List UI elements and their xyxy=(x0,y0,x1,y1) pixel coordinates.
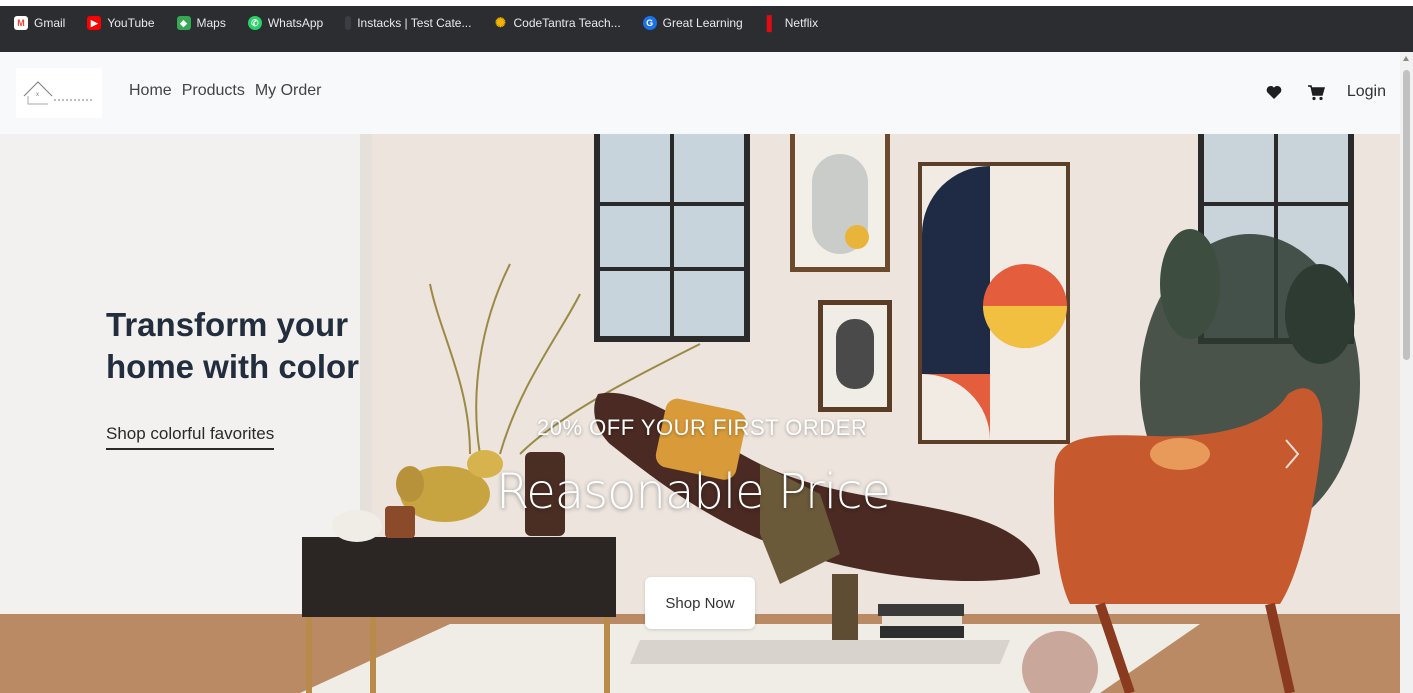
bookmark-list: M Gmail ▶ YouTube ◆ Maps ✆ WhatsApp Inst… xyxy=(14,15,819,31)
bookmark-codetantra[interactable]: ✺ CodeTantra Teach... xyxy=(493,15,621,30)
gmail-icon: M xyxy=(14,16,28,30)
site-navbar: x Home Products My Order Login xyxy=(0,52,1400,134)
netflix-icon: ▌ xyxy=(766,15,777,31)
offer-text: 20% OFF YOUR FIRST ORDER xyxy=(537,415,868,440)
codetantra-icon: ✺ xyxy=(495,15,506,30)
bookmark-whatsapp[interactable]: ✆ WhatsApp xyxy=(247,16,324,30)
cart-icon[interactable] xyxy=(1305,82,1327,102)
login-link[interactable]: Login xyxy=(1347,83,1386,101)
nav-my-order[interactable]: My Order xyxy=(255,82,322,100)
scroll-up-arrow-icon[interactable] xyxy=(1403,56,1409,61)
bookmark-maps[interactable]: ◆ Maps xyxy=(176,16,226,30)
house-logo-icon: x xyxy=(23,81,94,105)
chevron-right-icon[interactable] xyxy=(1280,434,1304,474)
bookmark-youtube[interactable]: ▶ YouTube xyxy=(87,16,155,30)
bookmark-netflix[interactable]: ▌ Netflix xyxy=(765,15,819,31)
hero-headline: Reasonable Price xyxy=(496,464,891,520)
shop-now-button[interactable]: Shop Now xyxy=(645,577,755,629)
bookmark-label: Great Learning xyxy=(662,16,743,30)
promo-title: Transform your home with color xyxy=(106,306,360,385)
great-learning-icon: G xyxy=(642,16,657,30)
bookmark-label: YouTube xyxy=(107,16,155,30)
nav-home[interactable]: Home xyxy=(129,82,172,100)
scroll-thumb[interactable] xyxy=(1403,70,1410,360)
youtube-icon: ▶ xyxy=(87,16,102,30)
bookmark-label: WhatsApp xyxy=(267,16,324,30)
instacks-icon xyxy=(345,16,352,30)
brand-logo[interactable]: x xyxy=(16,68,102,118)
main-nav: Home Products My Order xyxy=(129,82,322,100)
window-top-edge xyxy=(0,0,1413,6)
bookmark-label: Netflix xyxy=(784,16,819,30)
bookmark-great-learning[interactable]: G Great Learning xyxy=(642,16,743,30)
bookmark-label: Gmail xyxy=(34,16,66,30)
heart-icon[interactable] xyxy=(1263,82,1285,102)
bookmarks-bar: M Gmail ▶ YouTube ◆ Maps ✆ WhatsApp Inst… xyxy=(0,0,1413,52)
bookmark-gmail[interactable]: M Gmail xyxy=(14,16,65,30)
promo-link[interactable]: Shop colorful favorites xyxy=(106,424,275,450)
bookmark-label: Instacks | Test Cate... xyxy=(357,16,472,30)
maps-icon: ◆ xyxy=(176,16,191,30)
bookmark-instacks[interactable]: Instacks | Test Cate... xyxy=(345,16,471,30)
bookmark-label: Maps xyxy=(196,16,226,30)
page-scrollbar[interactable] xyxy=(1400,52,1413,693)
nav-products[interactable]: Products xyxy=(182,82,245,100)
svg-text:x: x xyxy=(36,92,39,98)
whatsapp-icon: ✆ xyxy=(247,16,262,30)
hero-carousel: Transform your home with color Shop colo… xyxy=(0,134,1400,693)
header-actions: Login xyxy=(1263,82,1386,102)
bookmark-label: CodeTantra Teach... xyxy=(513,16,621,30)
